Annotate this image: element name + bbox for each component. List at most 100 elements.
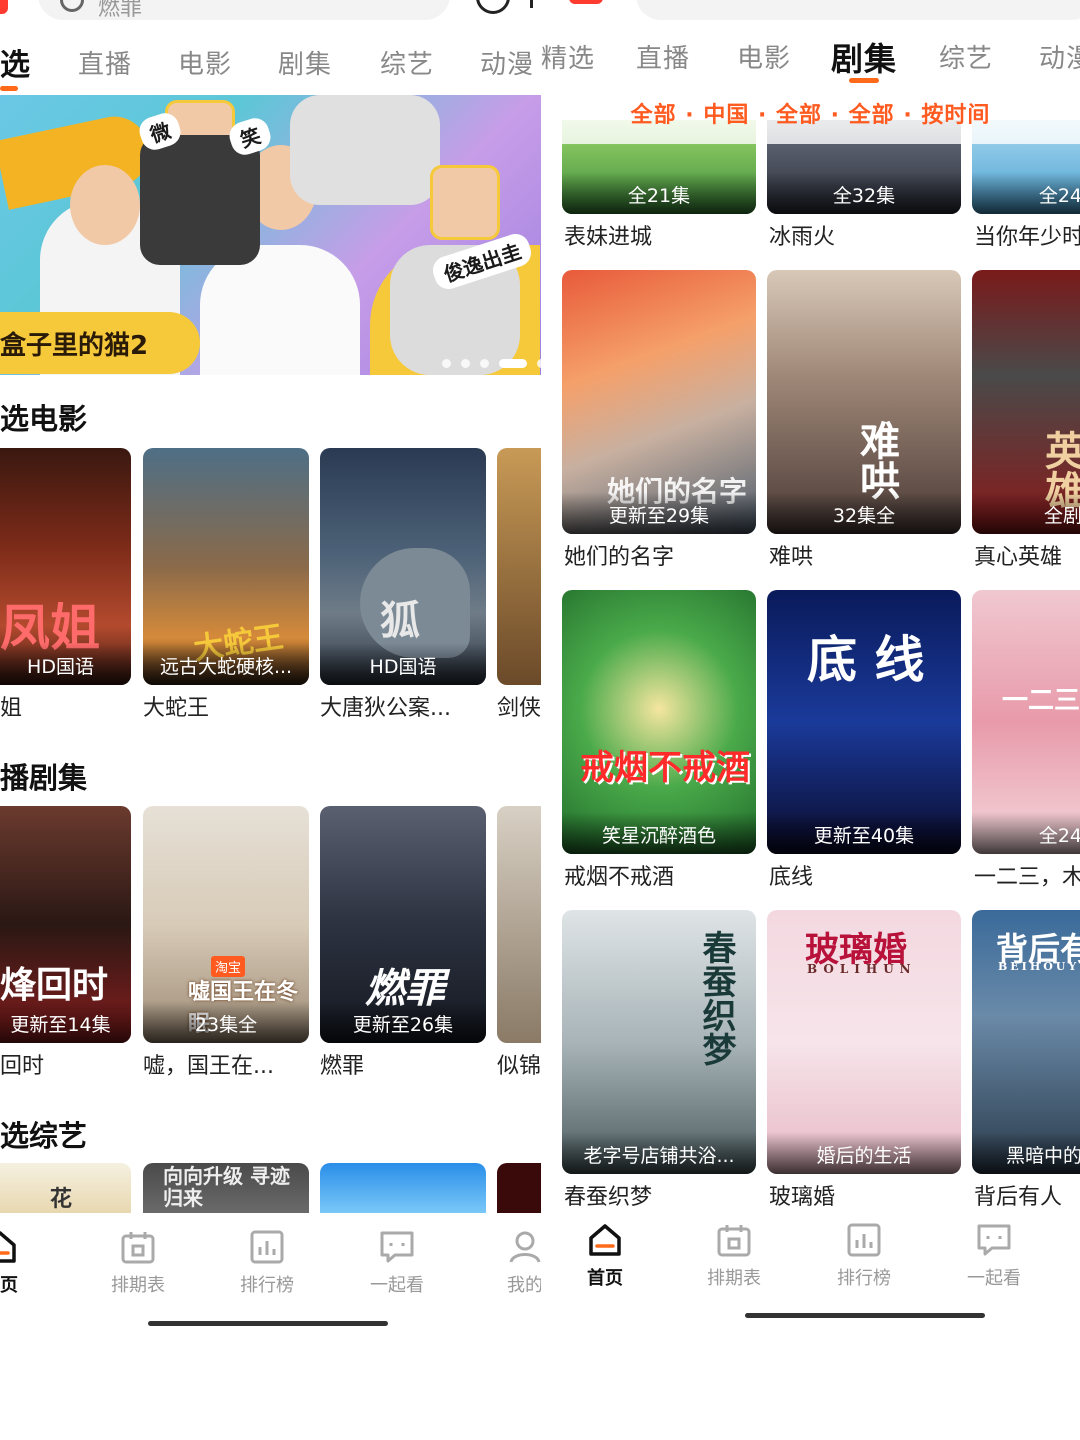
poster-badge: 更新至26集 [320, 1001, 486, 1043]
tab-variety[interactable]: 综艺 [939, 38, 993, 75]
series-card[interactable]: 一二三 全24 [972, 590, 1080, 854]
nav-me[interactable]: 我的 [470, 1229, 541, 1297]
pager-dot [461, 359, 470, 368]
filter-summary[interactable]: 全部 · 中国 · 全部 · 全部 · 按时间 [541, 86, 1080, 144]
series-card-1[interactable]: 烽回时 更新至14集 [0, 806, 131, 1043]
app-logo-fragment [569, 0, 603, 4]
search-bar[interactable] [636, 0, 1080, 20]
series-title[interactable]: 难哄 [769, 539, 963, 571]
tab-featured[interactable]: 选 [0, 40, 31, 84]
nav-schedule[interactable]: 排期表 [679, 1222, 789, 1290]
left-screenshot: 燃罪 选 直播 电影 剧集 综艺 动漫 微 笑 俊逸出圭 盒子里的猫2 选电影 [0, 0, 541, 1440]
series-card-4[interactable] [497, 806, 541, 1043]
nav-ranking[interactable]: 排行榜 [212, 1229, 322, 1297]
movie-card-4[interactable] [497, 448, 541, 685]
poster-badge: 更新至40集 [767, 812, 961, 854]
nav-label: 首页 [587, 1268, 623, 1289]
tab-movies[interactable]: 电影 [737, 38, 791, 75]
series-card[interactable]: 戒烟不戒酒 笑星沉醉酒色 [562, 590, 756, 854]
section-title-series: 播剧集 [0, 761, 88, 795]
tab-live[interactable]: 直播 [636, 38, 690, 75]
poster-badge: HD国语 [0, 643, 131, 685]
tab-featured[interactable]: 精选 [541, 38, 595, 75]
series-title[interactable]: 底线 [769, 859, 963, 891]
poster-badge: 32集全 [767, 492, 961, 534]
poster-badge: 全24 [972, 812, 1080, 854]
series-title[interactable]: 当你年少时 [974, 219, 1080, 251]
banner-person-4 [290, 95, 440, 205]
variety-card-4[interactable] [497, 1163, 541, 1213]
tab-anime[interactable]: 动漫 [480, 44, 534, 81]
movie-title-4[interactable]: 剑侠 [497, 690, 541, 722]
poster-badge: HD国语 [320, 643, 486, 685]
series-card[interactable]: 难哄 32集全 [767, 270, 961, 534]
chart-icon [250, 1230, 284, 1264]
movie-title-1[interactable]: 姐 [0, 690, 131, 722]
series-title[interactable]: 真心英雄 [974, 539, 1080, 571]
nav-label: 排期表 [707, 1268, 761, 1289]
chat-icon [977, 1224, 1011, 1256]
series-card[interactable]: 底 线 更新至40集 [767, 590, 961, 854]
series-title[interactable]: 她们的名字 [564, 539, 758, 571]
series-title-3[interactable]: 燃罪 [320, 1048, 486, 1080]
tab-series[interactable]: 剧集 [278, 44, 332, 81]
nav-ranking[interactable]: 排行榜 [809, 1222, 919, 1290]
series-card[interactable]: 她们的名字 更新至29集 [562, 270, 756, 534]
series-title[interactable]: 戒烟不戒酒 [564, 859, 758, 891]
series-title-2[interactable]: 嘘，国王在... [143, 1048, 309, 1080]
history-icon[interactable] [530, 0, 538, 8]
poster-badge: 远古大蛇硬核... [143, 643, 309, 685]
series-title[interactable]: 冰雨火 [769, 219, 963, 251]
series-card[interactable]: 玻璃婚 BOLIHUN 婚后的生活 [767, 910, 961, 1174]
poster-art-subtext: BOLIHUN [807, 962, 917, 976]
nav-home[interactable]: 首页 [550, 1222, 660, 1290]
scan-icon[interactable] [476, 0, 510, 14]
section-title-variety: 选综艺 [0, 1119, 88, 1153]
series-card[interactable]: 春蚕织梦 老字号店铺共浴... [562, 910, 756, 1174]
nav-label: 排行榜 [837, 1268, 891, 1289]
tab-movies[interactable]: 电影 [178, 44, 232, 81]
nav-watch-together[interactable]: 一起看 [342, 1229, 452, 1297]
tab-live[interactable]: 直播 [78, 44, 132, 81]
poster-badge: 婚后的生活 [767, 1132, 961, 1174]
series-title-4[interactable]: 似锦 [497, 1048, 541, 1080]
movie-card-3[interactable]: 狐 HD国语 [320, 448, 486, 685]
series-title[interactable]: 表妹进城 [564, 219, 758, 251]
poster-badge: 23集全 [143, 1001, 309, 1043]
poster-art-text: 花 [50, 1186, 73, 1212]
series-card[interactable]: 背后有 BEIHOUY 黑暗中的 [972, 910, 1080, 1174]
series-card[interactable]: 真心英雄 全剧 [972, 270, 1080, 534]
tab-anime[interactable]: 动漫 [1039, 38, 1080, 75]
right-screenshot: 精选 直播 电影 剧集 综艺 动漫 全部 · 中国 · 全部 · 全部 · 按时… [541, 0, 1080, 1440]
movie-card-1[interactable]: 凤姐 HD国语 [0, 448, 131, 685]
poster-badge: 老字号店铺共浴... [562, 1132, 756, 1174]
search-placeholder: 燃罪 [98, 0, 143, 21]
movie-title-3[interactable]: 大唐狄公案... [320, 690, 486, 722]
nav-home[interactable]: 首页 [0, 1229, 55, 1297]
tab-variety[interactable]: 综艺 [380, 44, 434, 81]
banner-face-1 [70, 165, 140, 245]
pager-dot [480, 359, 489, 368]
tab-series[interactable]: 剧集 [831, 34, 897, 80]
series-card-2[interactable]: 淘宝 嘘国王在冬眠 23集全 [143, 806, 309, 1043]
banner-title: 盒子里的猫2 [0, 331, 149, 361]
nav-watch-together[interactable]: 一起看 [939, 1222, 1049, 1290]
nav-schedule[interactable]: 排期表 [83, 1229, 193, 1297]
tab-underline [849, 78, 879, 83]
variety-card-1[interactable]: 花 [0, 1163, 131, 1213]
poster-art-text: 一二三 [1002, 686, 1080, 716]
tab-underline [0, 86, 18, 91]
series-title[interactable]: 一二三，木头人 [974, 859, 1080, 891]
nav-label: 排期表 [111, 1275, 165, 1296]
movie-card-2[interactable]: 大蛇王 远古大蛇硬核... [143, 448, 309, 685]
banner-face-frame-2 [430, 165, 500, 240]
series-title-1[interactable]: 回时 [0, 1048, 131, 1080]
home-icon [589, 1224, 621, 1256]
variety-card-3[interactable] [320, 1163, 486, 1213]
variety-card-2[interactable]: 向向升级 寻迹归来 [143, 1163, 309, 1213]
poster-art-text: 戒烟不戒酒 [580, 748, 750, 788]
poster-art-text: 狐 [380, 597, 420, 644]
movie-title-2[interactable]: 大蛇王 [143, 690, 309, 722]
series-card-3[interactable]: 燃罪 更新至26集 [320, 806, 486, 1043]
poster-art-text: 春蚕织梦 [696, 930, 736, 1066]
